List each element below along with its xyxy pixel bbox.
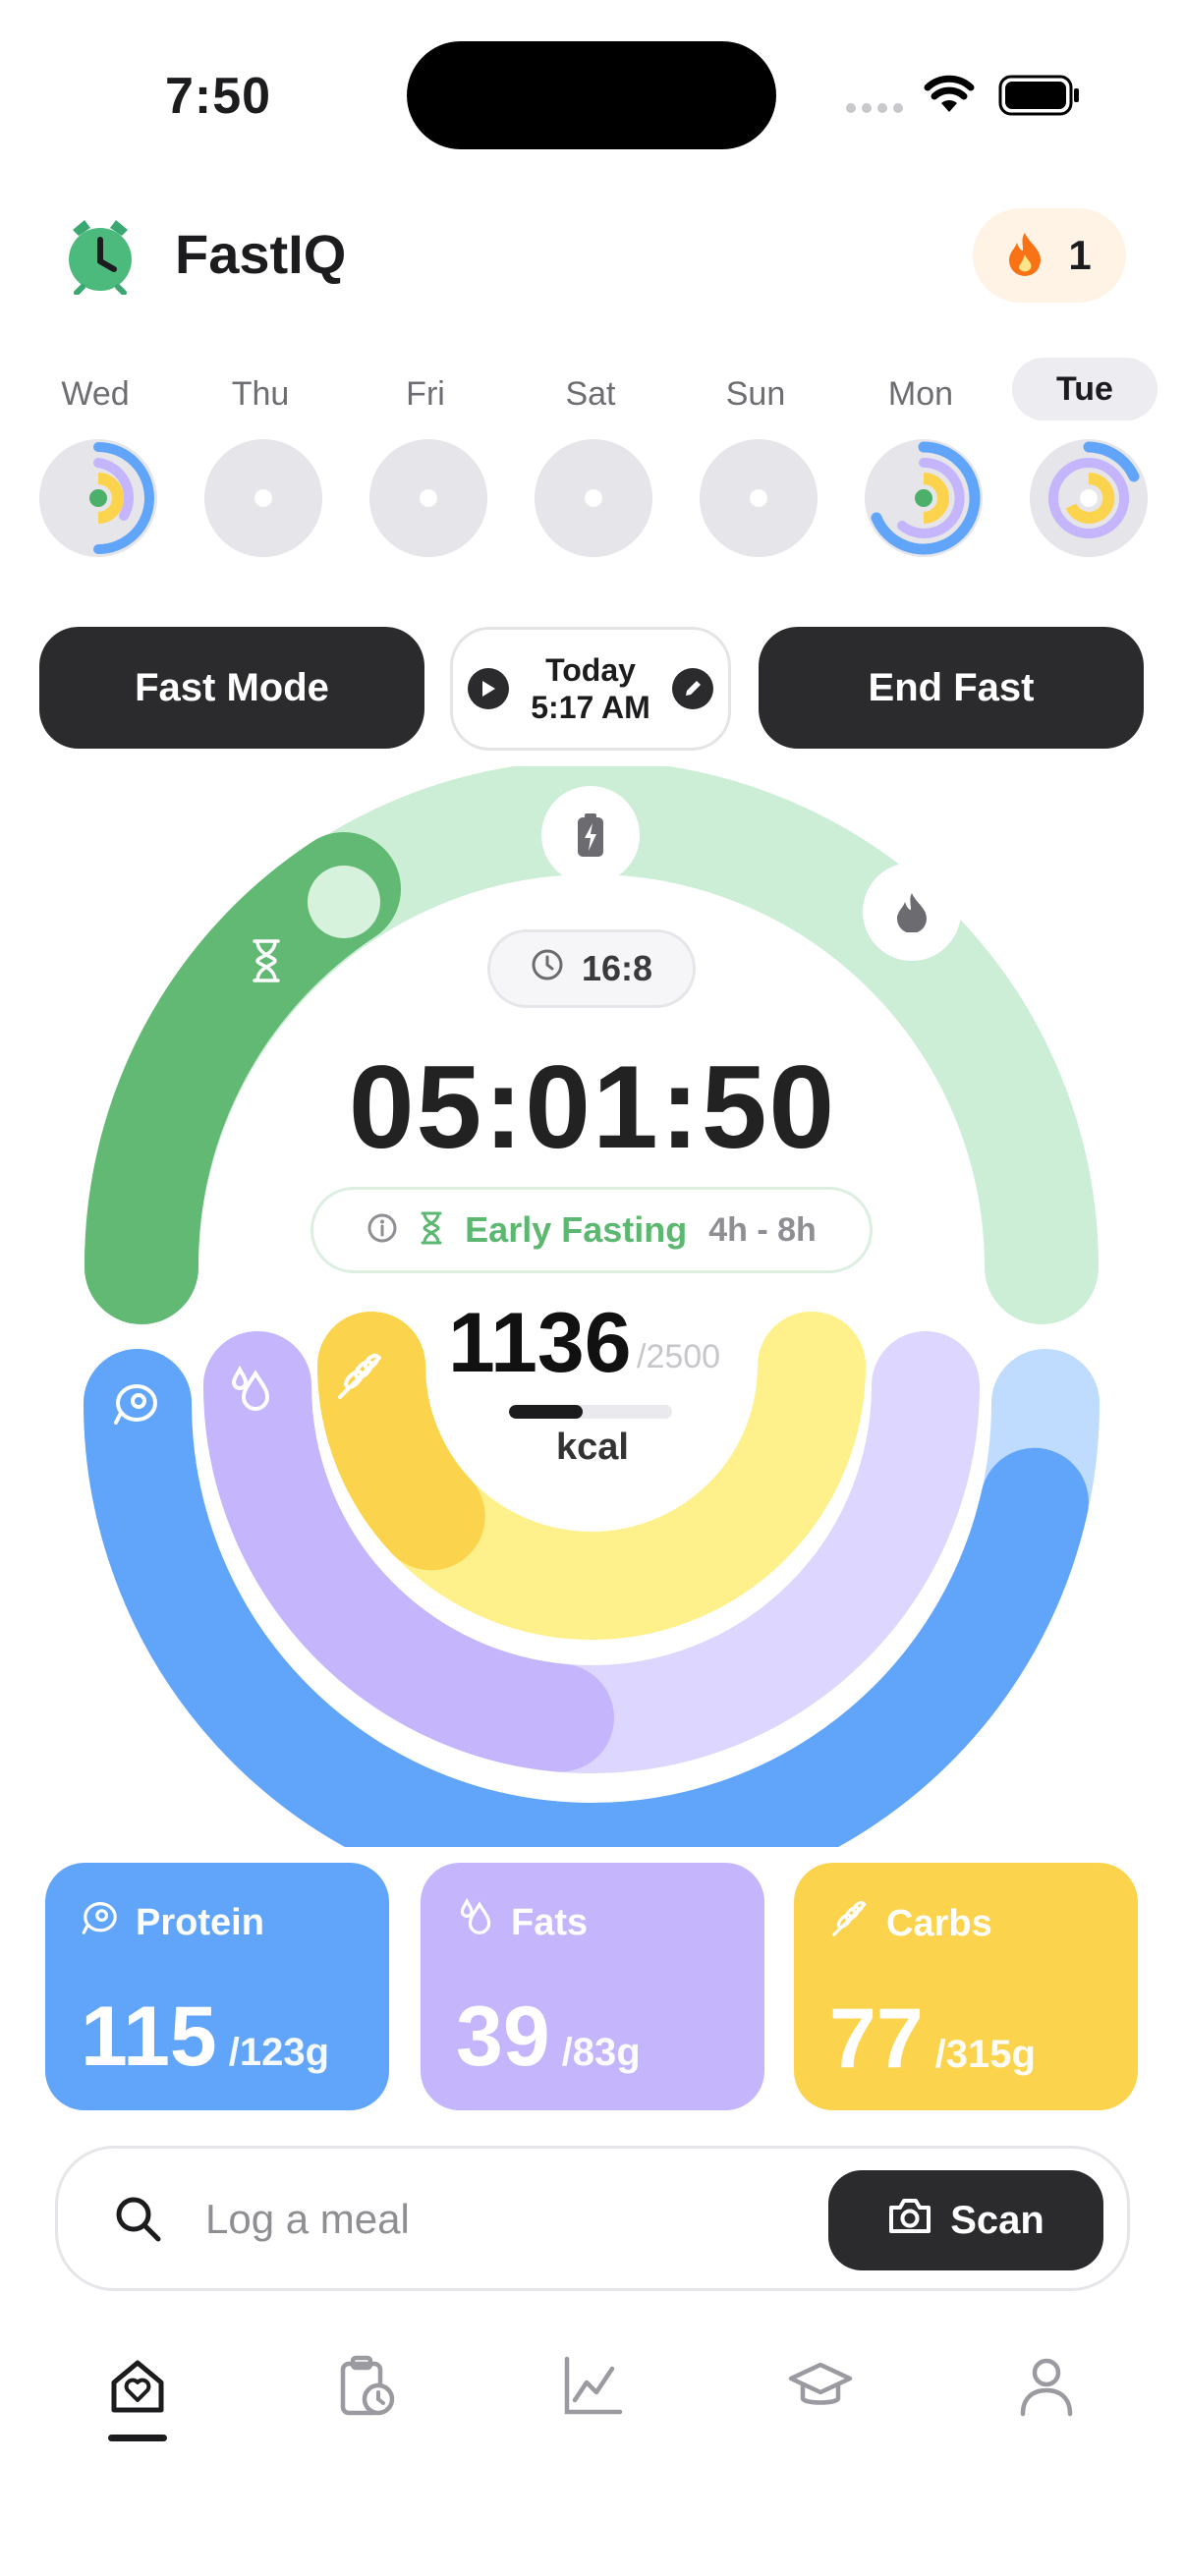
protein-icon: [81, 1898, 120, 1947]
fasting-phase-pill[interactable]: Early Fasting 4h - 8h: [310, 1187, 873, 1273]
battery-charge-stage-icon[interactable]: [541, 786, 640, 884]
day-label-mon[interactable]: Mon: [857, 375, 985, 414]
fasting-phase-name: Early Fasting: [465, 1209, 688, 1250]
fast-start-time: Today 5:17 AM: [531, 651, 650, 726]
status-time: 7:50: [165, 68, 272, 125]
day-ring-sat[interactable]: [533, 437, 654, 559]
carbs-value: 77: [829, 1991, 924, 2086]
clipboard-clock-icon: [340, 2355, 395, 2416]
fats-icon: [456, 1897, 495, 1947]
play-icon[interactable]: [468, 668, 510, 709]
fast-start-clock: 5:17 AM: [531, 690, 650, 725]
day-label-tue[interactable]: Tue: [1012, 358, 1157, 420]
streak-badge[interactable]: 1: [973, 208, 1126, 303]
scan-button[interactable]: Scan: [828, 2170, 1103, 2270]
protein-value: 115: [81, 1989, 217, 2084]
fats-value: 39: [456, 1989, 550, 2084]
fasting-phase-range: 4h - 8h: [708, 1210, 817, 1249]
carbs-card[interactable]: Carbs 77 /315g: [794, 1863, 1138, 2110]
end-fast-button[interactable]: End Fast: [759, 627, 1144, 749]
fat-burn-stage-icon[interactable]: [863, 863, 961, 961]
protein-target: /123g: [228, 2031, 330, 2074]
protein-label: Protein: [136, 1901, 264, 1943]
cellular-signal-icon: [845, 100, 906, 121]
streak-count: 1: [1068, 232, 1092, 278]
carbs-target: /315g: [934, 2033, 1036, 2076]
tab-fasting-log[interactable]: [322, 2342, 411, 2431]
fats-card[interactable]: Fats 39 /83g: [421, 1863, 764, 2110]
search-icon: [113, 2194, 164, 2250]
carbs-icon: [829, 1898, 871, 1949]
day-ring-mon[interactable]: [863, 437, 985, 559]
log-meal-bar[interactable]: Log a meal Scan: [55, 2146, 1130, 2291]
clock-icon: [531, 948, 564, 990]
day-ring-fri[interactable]: [367, 437, 489, 559]
day-label-sun[interactable]: Sun: [692, 375, 819, 414]
fats-label: Fats: [511, 1901, 589, 1943]
fast-mode-button[interactable]: Fast Mode: [39, 627, 424, 749]
app-title: FastIQ: [175, 223, 347, 285]
fasting-timer: 05:01:50: [348, 1041, 837, 1173]
fats-target: /83g: [561, 2031, 641, 2074]
line-chart-icon: [564, 2356, 623, 2415]
flame-icon: [1007, 231, 1043, 281]
calories-progress-fill: [509, 1405, 583, 1419]
tab-home[interactable]: [93, 2342, 182, 2431]
day-label-sat[interactable]: Sat: [527, 375, 654, 414]
calories-goal: /2500: [637, 1338, 721, 1375]
fasting-plan-ratio: 16:8: [581, 948, 653, 988]
tab-learn[interactable]: [776, 2342, 865, 2431]
dynamic-island: [407, 41, 776, 149]
fats-drops-icon: [226, 1365, 275, 1420]
carbs-wheat-icon: [334, 1350, 387, 1408]
hourglass-icon: [251, 939, 282, 987]
calories-unit: kcal: [556, 1427, 629, 1468]
day-ring-tue[interactable]: [1028, 437, 1150, 559]
phase-hourglass-icon: [420, 1211, 443, 1250]
edit-pencil-icon[interactable]: [671, 668, 713, 709]
battery-icon: [998, 75, 1081, 121]
tab-home-indicator: [108, 2435, 167, 2441]
day-label-fri[interactable]: Fri: [362, 375, 489, 414]
day-ring-thu[interactable]: [202, 437, 324, 559]
fasting-progress-knob[interactable]: [308, 866, 380, 938]
protein-card[interactable]: Protein 115 /123g: [45, 1863, 389, 2110]
day-label-thu[interactable]: Thu: [197, 375, 324, 414]
tab-profile[interactable]: [1002, 2342, 1091, 2431]
carbs-label: Carbs: [886, 1902, 992, 1944]
fast-start-day: Today: [545, 652, 636, 688]
protein-meat-icon: [112, 1379, 161, 1433]
profile-person-icon: [1020, 2358, 1073, 2417]
tab-progress[interactable]: [548, 2342, 637, 2431]
fast-start-selector[interactable]: Today 5:17 AM: [450, 627, 731, 751]
fasting-plan-pill[interactable]: 16:8: [487, 929, 696, 1008]
day-ring-wed[interactable]: [37, 437, 159, 559]
camera-icon: [887, 2196, 932, 2245]
app-logo-icon: [63, 214, 138, 300]
calories-consumed: 1136: [448, 1296, 632, 1390]
scan-label: Scan: [950, 2198, 1044, 2242]
calories-progress-bar: [509, 1405, 672, 1419]
graduation-cap-icon: [788, 2362, 853, 2405]
day-label-wed[interactable]: Wed: [31, 375, 159, 414]
day-ring-sun[interactable]: [698, 437, 819, 559]
wifi-icon: [924, 73, 975, 119]
info-icon[interactable]: [367, 1212, 398, 1249]
home-heart-icon: [111, 2360, 164, 2413]
log-meal-input[interactable]: Log a meal: [205, 2196, 410, 2243]
